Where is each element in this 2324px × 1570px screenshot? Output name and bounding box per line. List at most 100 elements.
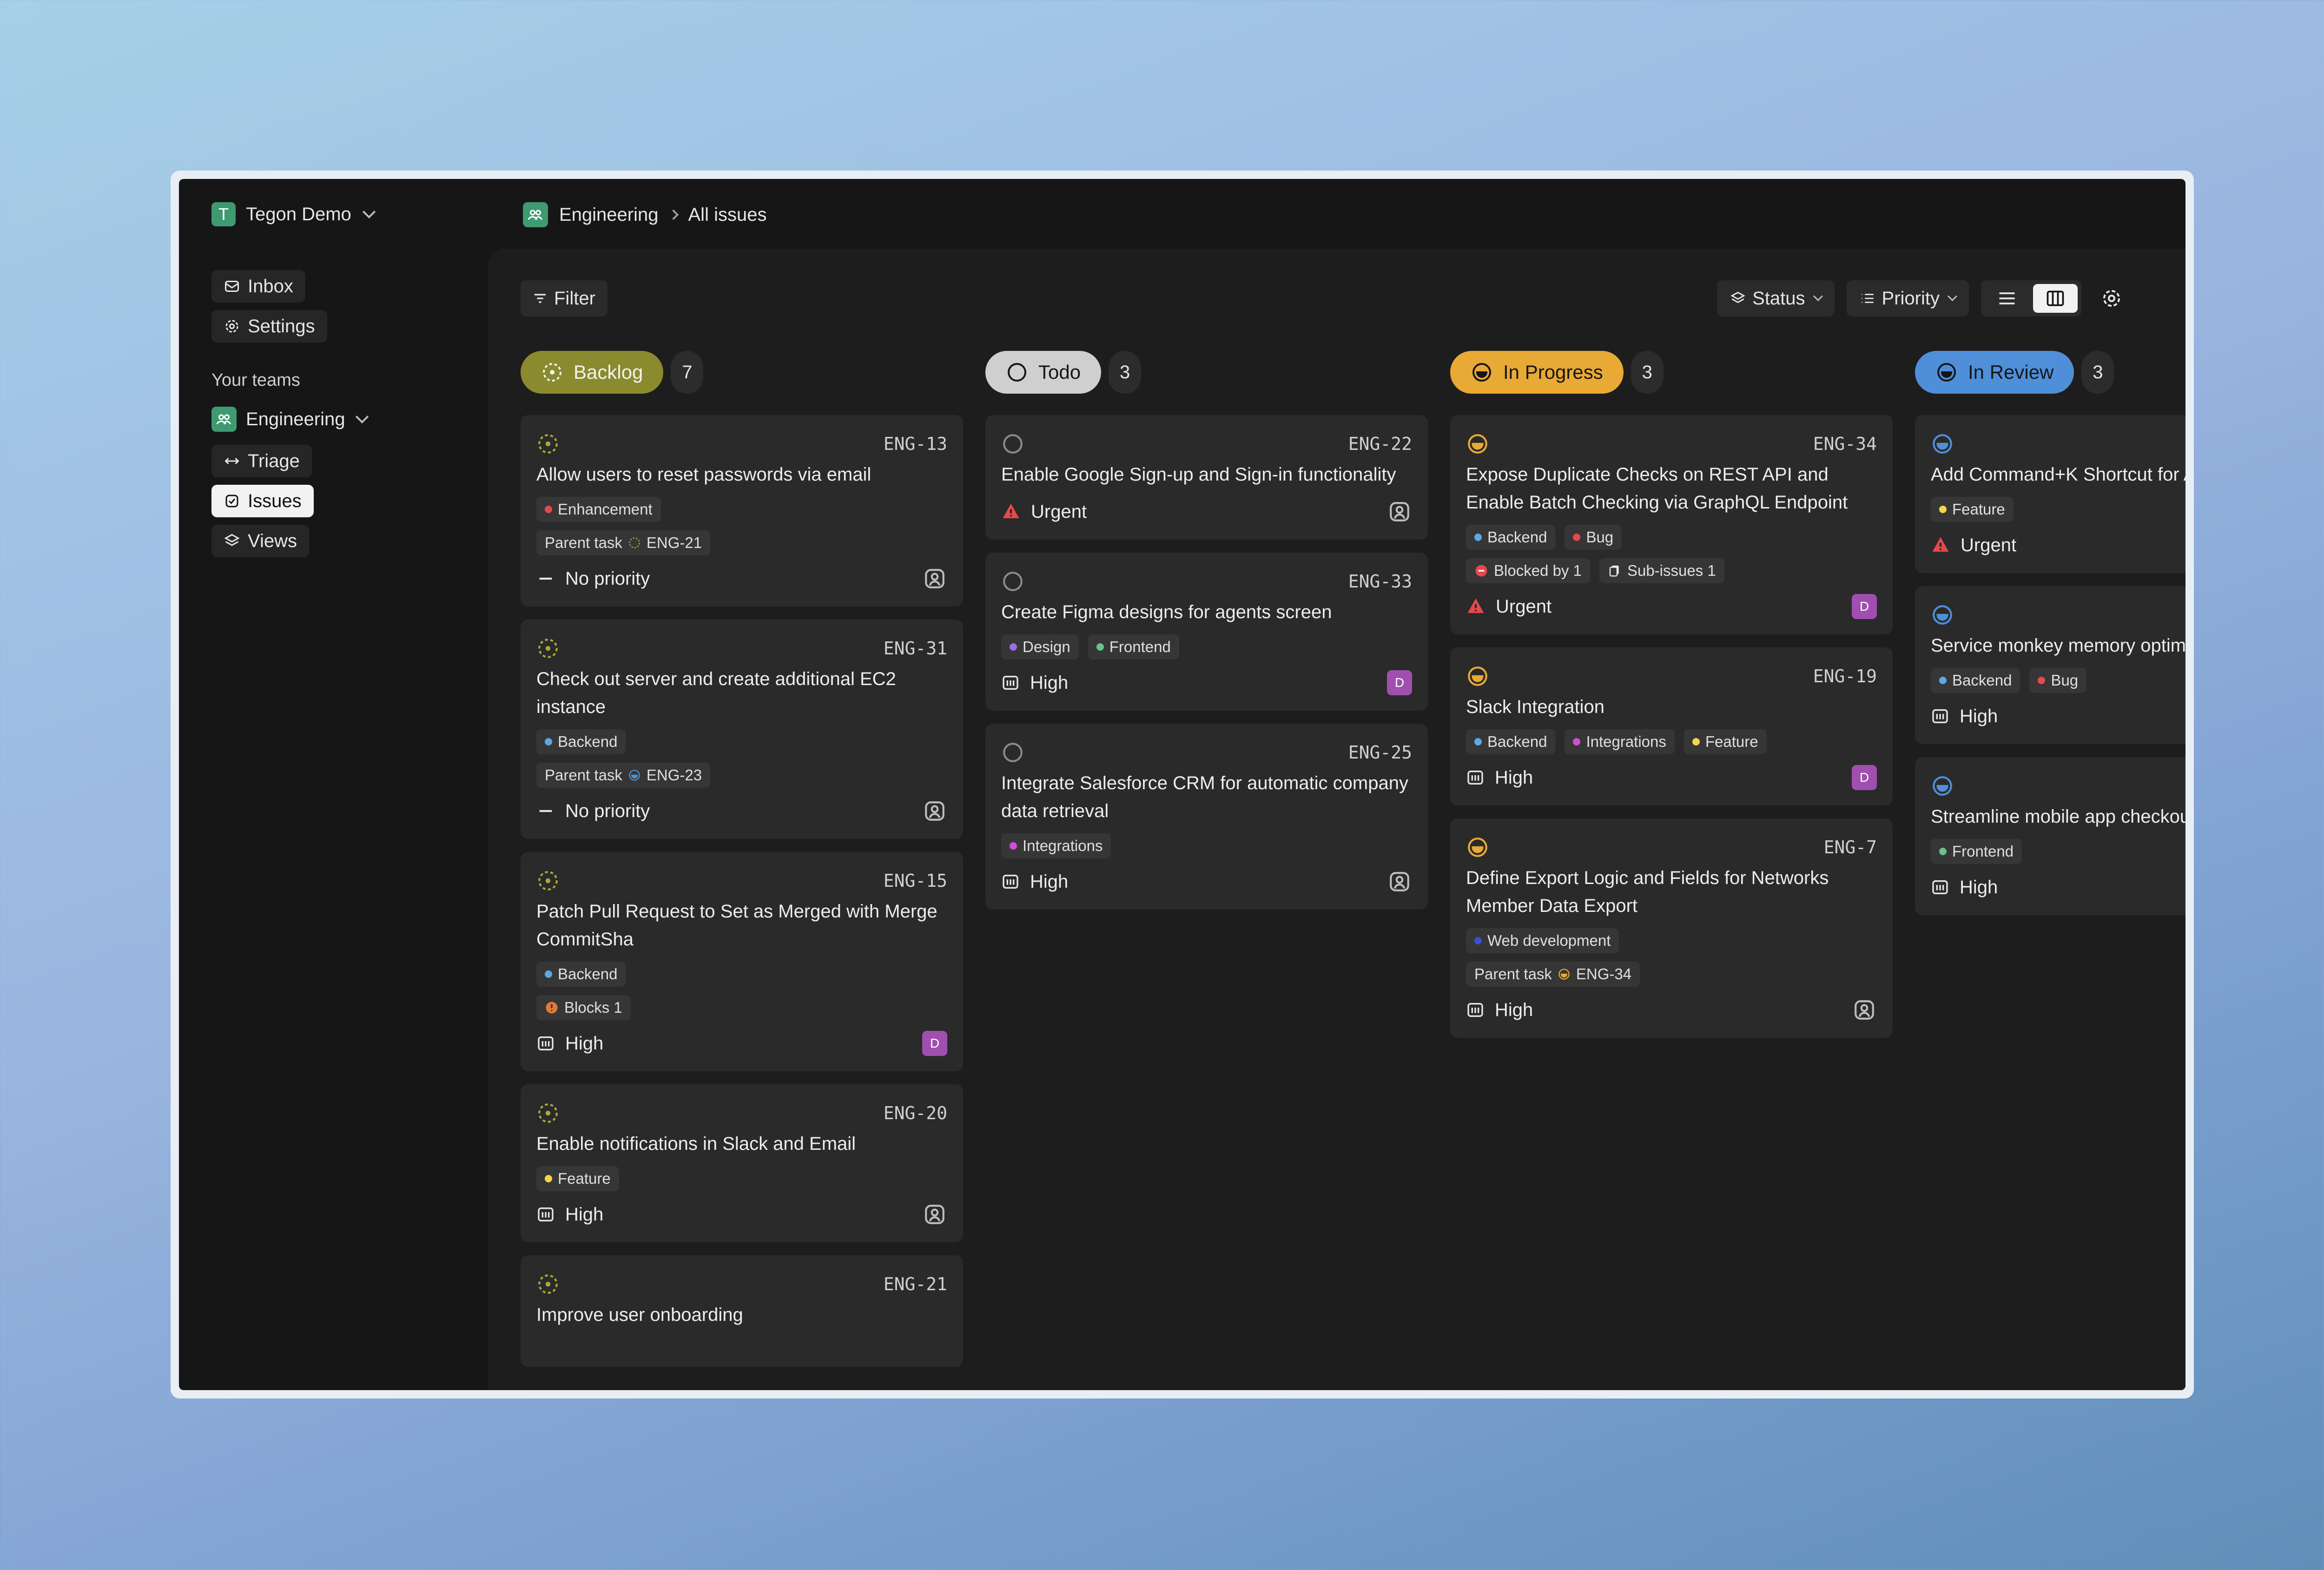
blocks-tag[interactable]: Blocks 1 [536, 995, 631, 1020]
issue-card[interactable]: ENG-22 Enable Google Sign-up and Sign-in… [985, 415, 1428, 540]
group-by-button[interactable]: Status [1717, 280, 1835, 317]
priority[interactable]: High [536, 1033, 603, 1054]
sidebar-item-views[interactable]: Views [211, 525, 309, 557]
assignee-avatar[interactable]: D [922, 1031, 947, 1056]
todo-status-icon[interactable] [1001, 570, 1024, 593]
issue-title: Integrate Salesforce CRM for automatic c… [1001, 773, 1408, 821]
label-tag[interactable]: Bug [2029, 668, 2087, 693]
parent-task-tag[interactable]: Parent task ENG-23 [536, 763, 711, 788]
order-by-button[interactable]: Priority [1846, 280, 1969, 317]
sidebar-item-triage[interactable]: Triage [211, 445, 312, 477]
in-review-status-icon[interactable] [1931, 603, 1954, 627]
priority[interactable]: High [1001, 871, 1068, 892]
issue-title: Check out server and create additional E… [536, 669, 896, 717]
priority[interactable]: Urgent [1931, 535, 2016, 556]
status-pill-in-review[interactable]: In Review [1915, 351, 2074, 394]
label-tag[interactable]: Integrations [1565, 729, 1675, 754]
priority[interactable]: High [536, 1204, 603, 1225]
issue-card[interactable]: ENG-13 Allow users to reset passwords vi… [521, 415, 963, 607]
status-pill-backlog[interactable]: Backlog [521, 351, 664, 394]
status-pill-todo[interactable]: Todo [985, 351, 1102, 394]
issue-title: Enable notifications in Slack and Email [536, 1134, 856, 1154]
in-review-status-icon[interactable] [1931, 774, 1954, 798]
label-tag[interactable]: Bug [1565, 525, 1622, 550]
label-tag[interactable]: Feature [1684, 729, 1767, 754]
issue-card[interactable]: Add Command+K Shortcut for App Feature U… [1915, 415, 2185, 573]
unassigned-avatar-icon[interactable] [1387, 869, 1412, 894]
issue-card[interactable]: ENG-7 Define Export Logic and Fields for… [1450, 818, 1893, 1038]
backlog-status-icon[interactable] [536, 1273, 560, 1296]
priority[interactable]: High [1466, 767, 1533, 788]
sub-issues-tag[interactable]: Sub-issues 1 [1599, 558, 1724, 583]
label-tag[interactable]: Backend [1466, 525, 1556, 550]
issue-card[interactable]: ENG-19 Slack Integration Backend Integra… [1450, 647, 1893, 805]
todo-status-icon[interactable] [1001, 741, 1024, 764]
label-tag[interactable]: Feature [1931, 497, 2014, 522]
priority[interactable]: High [1931, 877, 1998, 898]
label-tag[interactable]: Backend [1466, 729, 1556, 754]
blocked-by-tag[interactable]: Blocked by 1 [1466, 558, 1590, 583]
list-view-button[interactable] [1985, 284, 2029, 313]
issue-card[interactable]: Service monkey memory optimization usage… [1915, 586, 2185, 744]
sidebar-item-issues[interactable]: Issues [211, 485, 314, 517]
board-view-button[interactable] [2033, 284, 2078, 313]
relation-text: Blocked by 1 [1494, 562, 1582, 579]
priority[interactable]: No priority [536, 568, 650, 589]
status-pill-in-progress[interactable]: In Progress [1450, 351, 1624, 394]
todo-status-icon[interactable] [1001, 432, 1024, 455]
unassigned-avatar-icon[interactable] [1387, 499, 1412, 524]
issue-card[interactable]: ENG-31 Check out server and create addit… [521, 620, 963, 839]
unassigned-avatar-icon[interactable] [922, 798, 947, 824]
nav-inbox[interactable]: Inbox [211, 270, 305, 303]
assignee-avatar[interactable]: D [1852, 594, 1877, 619]
backlog-status-icon[interactable] [536, 869, 560, 892]
backlog-status-icon[interactable] [536, 637, 560, 660]
parent-task-tag[interactable]: Parent task ENG-21 [536, 530, 711, 555]
label-tag[interactable]: Backend [536, 962, 626, 987]
issue-card[interactable]: ENG-25 Integrate Salesforce CRM for auto… [985, 724, 1428, 910]
priority[interactable]: No priority [536, 801, 650, 822]
label-tag[interactable]: Design [1001, 634, 1079, 660]
label-tag[interactable]: Backend [1931, 668, 2020, 693]
issue-card[interactable]: ENG-34 Expose Duplicate Checks on REST A… [1450, 415, 1893, 634]
in-progress-status-icon[interactable] [1466, 836, 1489, 859]
unassigned-avatar-icon[interactable] [1852, 997, 1877, 1022]
issue-id: ENG-13 [883, 434, 947, 454]
in-progress-status-icon[interactable] [1466, 432, 1489, 455]
backlog-status-icon[interactable] [536, 432, 560, 455]
nav-settings[interactable]: Settings [211, 310, 327, 343]
priority[interactable]: High [1466, 1000, 1533, 1021]
unassigned-avatar-icon[interactable] [922, 1202, 947, 1227]
priority-label: Urgent [1496, 596, 1552, 617]
parent-task-tag[interactable]: Parent task ENG-34 [1466, 962, 1640, 987]
issue-card[interactable]: Streamline mobile app checkout Frontend … [1915, 757, 2185, 915]
label-tag[interactable]: Backend [536, 729, 626, 754]
team-engineering[interactable]: Engineering [211, 407, 369, 432]
assignee-avatar[interactable]: D [1852, 765, 1877, 790]
issue-card[interactable]: ENG-33 Create Figma designs for agents s… [985, 553, 1428, 711]
workspace-switcher[interactable]: T Tegon Demo [211, 202, 376, 226]
label-tag[interactable]: Feature [536, 1166, 619, 1191]
label-tag[interactable]: Frontend [1931, 839, 2022, 864]
label-tag[interactable]: Web development [1466, 928, 1619, 953]
label-color-dot [1474, 534, 1482, 541]
issue-card[interactable]: ENG-20 Enable notifications in Slack and… [521, 1084, 963, 1242]
priority[interactable]: Urgent [1001, 501, 1087, 522]
priority[interactable]: Urgent [1466, 596, 1552, 617]
priority[interactable]: High [1001, 673, 1068, 693]
label-name: Integrations [1023, 837, 1103, 854]
filter-button[interactable]: Filter [521, 280, 607, 317]
priority[interactable]: High [1931, 706, 1998, 727]
backlog-status-icon[interactable] [536, 1102, 560, 1125]
label-tag[interactable]: Enhancement [536, 497, 661, 522]
issue-card[interactable]: ENG-21 Improve user onboarding [521, 1255, 963, 1367]
unassigned-avatar-icon[interactable] [922, 566, 947, 591]
assignee-avatar[interactable]: D [1387, 670, 1412, 695]
view-settings-button[interactable] [2093, 280, 2130, 317]
in-progress-status-icon[interactable] [1466, 665, 1489, 688]
label-tag[interactable]: Frontend [1088, 634, 1179, 660]
in-review-status-icon[interactable] [1931, 432, 1954, 455]
issue-card[interactable]: ENG-15 Patch Pull Request to Set as Merg… [521, 852, 963, 1071]
label-tag[interactable]: Integrations [1001, 833, 1111, 858]
breadcrumb-team[interactable]: Engineering [559, 204, 659, 225]
